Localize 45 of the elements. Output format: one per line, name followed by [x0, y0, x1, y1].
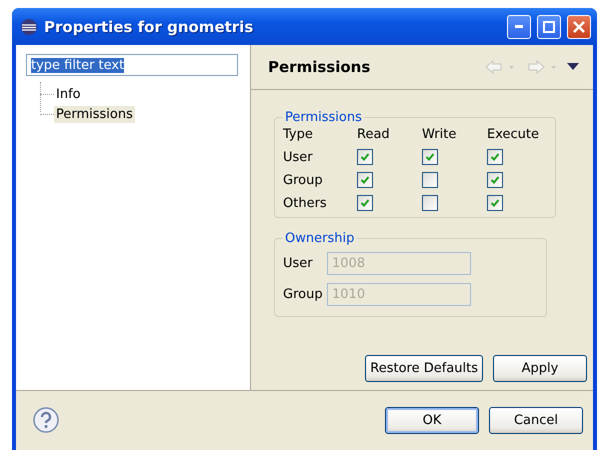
field-label: User: [283, 256, 314, 271]
maximize-button[interactable]: [537, 14, 561, 38]
checkbox[interactable]: [487, 195, 503, 211]
checkbox[interactable]: [357, 149, 373, 165]
checkbox[interactable]: [487, 172, 503, 188]
checkbox[interactable]: [422, 172, 438, 188]
check-icon: [490, 198, 500, 208]
menu-dropdown-icon[interactable]: [567, 63, 579, 71]
check-icon: [360, 175, 370, 185]
row-label: User: [283, 150, 314, 164]
minimize-button[interactable]: [507, 14, 531, 38]
check-icon: [360, 198, 370, 208]
checkbox[interactable]: [357, 195, 373, 211]
page-button[interactable]: Restore Defaults: [365, 355, 483, 382]
help-icon[interactable]: [33, 407, 59, 433]
checkbox[interactable]: [422, 149, 438, 165]
checkbox[interactable]: [422, 195, 438, 211]
dialog-button[interactable]: OK: [385, 407, 479, 434]
row-label: Group: [283, 172, 324, 188]
row-label: Others: [283, 196, 328, 210]
close-icon: [573, 20, 585, 32]
page-title: Permissions: [268, 58, 372, 76]
filter-field[interactable]: type filter text: [26, 54, 238, 76]
tree-item[interactable]: Info: [54, 86, 83, 102]
column-header: Read: [357, 127, 391, 142]
dialog-button[interactable]: Cancel: [489, 407, 583, 434]
minimize-icon: [515, 25, 523, 28]
maximize-icon: [543, 20, 555, 32]
column-header: Write: [422, 127, 458, 142]
page-button[interactable]: Apply: [493, 355, 587, 382]
tree-item[interactable]: Permissions: [54, 106, 135, 122]
group-title: Permissions: [284, 110, 363, 125]
checkbox[interactable]: [487, 149, 503, 165]
check-icon: [360, 152, 370, 162]
close-button[interactable]: [567, 14, 591, 38]
check-icon: [490, 175, 500, 185]
eclipse-icon: [20, 18, 38, 36]
column-header: Execute: [487, 127, 540, 142]
window-title: Properties for gnometris: [44, 18, 254, 36]
column-header: Type: [283, 127, 314, 142]
group-title: Ownership: [284, 231, 356, 246]
check-icon: [490, 152, 500, 162]
field-label: Group: [283, 287, 324, 302]
check-icon: [425, 152, 435, 162]
checkbox[interactable]: [357, 172, 373, 188]
